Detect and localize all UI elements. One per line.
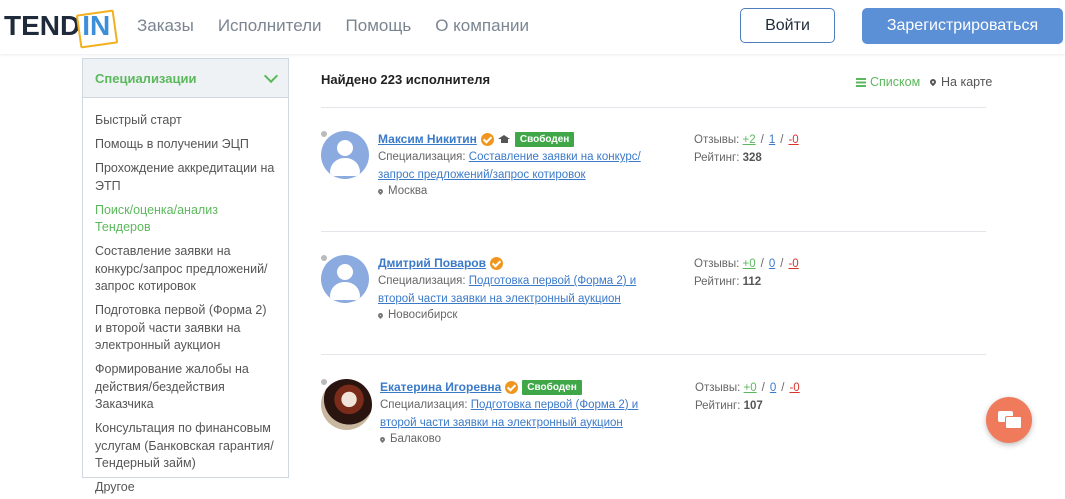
specialization-list: Быстрый старт Помощь в получении ЭЦП Про… bbox=[83, 98, 288, 497]
reviews-positive[interactable]: +0 bbox=[743, 258, 756, 270]
reviews-label: Отзывы: bbox=[694, 258, 740, 270]
reviews-neutral[interactable]: 0 bbox=[770, 382, 776, 394]
map-pin-icon bbox=[378, 435, 387, 443]
reviews-negative[interactable]: -0 bbox=[789, 382, 799, 394]
performer-stats: Отзывы: +0/0/-0 Рейтинг: 107 bbox=[695, 382, 800, 412]
avatar[interactable] bbox=[321, 131, 369, 179]
reviews-positive[interactable]: +2 bbox=[743, 134, 756, 146]
specialization: Специализация: Составление заявки на кон… bbox=[378, 149, 653, 184]
city-name: Москва bbox=[388, 185, 428, 197]
city: Москва bbox=[376, 185, 653, 197]
sidebar-item-other[interactable]: Другое bbox=[95, 479, 276, 497]
avatar[interactable] bbox=[321, 255, 369, 303]
status-dot bbox=[321, 379, 327, 385]
sidebar-header[interactable]: Специализации bbox=[83, 59, 288, 98]
verified-icon bbox=[505, 380, 519, 394]
performer-name[interactable]: Максим Никитин bbox=[378, 132, 477, 146]
divider bbox=[321, 107, 986, 108]
divider bbox=[321, 354, 986, 355]
verified-icon bbox=[480, 132, 494, 146]
city-name: Балаково bbox=[390, 433, 441, 445]
view-list-label: Списком bbox=[870, 75, 921, 89]
performer-name[interactable]: Екатерина Игоревна bbox=[380, 380, 501, 394]
map-pin-icon bbox=[928, 77, 938, 87]
rating-value: 328 bbox=[742, 152, 762, 164]
spec-label: Специализация: bbox=[378, 275, 466, 287]
reviews-negative[interactable]: -0 bbox=[788, 134, 798, 146]
site-header: TEND IN Заказы Исполнители Помощь О компа… bbox=[0, 0, 1065, 54]
logo[interactable]: TEND IN bbox=[4, 8, 112, 44]
avatar-photo[interactable] bbox=[321, 379, 372, 430]
city: Новосибирск bbox=[376, 309, 653, 321]
chat-icon-bubble bbox=[1005, 416, 1022, 429]
rating-label: Рейтинг: bbox=[694, 152, 740, 164]
specializations-sidebar: Специализации Быстрый старт Помощь в пол… bbox=[82, 58, 289, 494]
specialization: Специализация: Подготовка первой (Форма … bbox=[380, 397, 655, 432]
rating-label: Рейтинг: bbox=[695, 400, 741, 412]
nav-help[interactable]: Помощь bbox=[346, 16, 412, 36]
specialization: Специализация: Подготовка первой (Форма … bbox=[378, 273, 653, 308]
performer-stats: Отзывы: +0/0/-0 Рейтинг: 112 bbox=[694, 258, 799, 288]
status-badge: Свободен bbox=[522, 379, 582, 395]
nav-about[interactable]: О компании bbox=[435, 16, 529, 36]
status-dot bbox=[321, 255, 327, 261]
nav-performers[interactable]: Исполнители bbox=[218, 16, 322, 36]
sidebar-item-tender-search[interactable]: Поиск/оценка/анализ Тендеров bbox=[95, 202, 276, 237]
graduation-cap-icon bbox=[497, 135, 511, 143]
view-map-toggle[interactable]: На карте bbox=[928, 75, 993, 89]
sidebar-item-accreditation[interactable]: Прохождение аккредитации на ЭТП bbox=[95, 160, 276, 195]
sidebar-item-ecp[interactable]: Помощь в получении ЭЦП bbox=[95, 136, 276, 154]
sidebar-item-auction-prep[interactable]: Подготовка первой (Форма 2) и второй час… bbox=[95, 302, 276, 355]
status-dot bbox=[321, 131, 327, 137]
reviews-label: Отзывы: bbox=[694, 134, 740, 146]
performer-card: Максим Никитин Свободен Специализация: С… bbox=[321, 131, 986, 251]
sidebar-title: Специализации bbox=[95, 70, 197, 86]
results-count: Найдено 223 исполнителя bbox=[321, 72, 491, 87]
sidebar-item-application[interactable]: Составление заявки на конкурс/запрос пре… bbox=[95, 243, 276, 296]
view-map-label: На карте bbox=[941, 75, 993, 89]
reviews-label: Отзывы: bbox=[695, 382, 741, 394]
list-icon bbox=[856, 77, 866, 87]
rating-value: 107 bbox=[743, 400, 763, 412]
logo-text-right: IN bbox=[82, 10, 111, 41]
city: Балаково bbox=[378, 433, 655, 445]
sidebar-item-finance[interactable]: Консультация по финансовым услугам (Банк… bbox=[95, 420, 276, 473]
performer-name[interactable]: Дмитрий Поваров bbox=[378, 256, 486, 270]
performer-card: Екатерина Игоревна Свободен Специализаци… bbox=[321, 379, 986, 499]
verified-icon bbox=[489, 256, 503, 270]
view-list-toggle[interactable]: Списком bbox=[856, 75, 920, 89]
divider bbox=[321, 231, 986, 232]
sidebar-item-complaint[interactable]: Формирование жалобы на действия/бездейст… bbox=[95, 361, 276, 414]
performer-card: Дмитрий Поваров Специализация: Подготовк… bbox=[321, 255, 986, 375]
login-button[interactable]: Войти bbox=[740, 8, 835, 43]
spec-label: Специализация: bbox=[378, 151, 466, 163]
nav-orders[interactable]: Заказы bbox=[137, 16, 194, 36]
rating-value: 112 bbox=[742, 276, 762, 288]
register-button[interactable]: Зарегистрироваться bbox=[862, 8, 1063, 44]
chat-button[interactable] bbox=[986, 397, 1032, 443]
reviews-positive[interactable]: +0 bbox=[744, 382, 757, 394]
main-nav: Заказы Исполнители Помощь О компании bbox=[137, 16, 553, 36]
map-pin-icon bbox=[376, 311, 385, 319]
rating-label: Рейтинг: bbox=[694, 276, 740, 288]
city-name: Новосибирск bbox=[388, 309, 458, 321]
performer-stats: Отзывы: +2/1/-0 Рейтинг: 328 bbox=[694, 134, 799, 164]
logo-text-left: TEND bbox=[4, 10, 81, 41]
reviews-negative[interactable]: -0 bbox=[788, 258, 798, 270]
status-badge: Свободен bbox=[514, 131, 575, 147]
sidebar-item-quick-start[interactable]: Быстрый старт bbox=[95, 112, 276, 130]
reviews-neutral[interactable]: 1 bbox=[769, 134, 775, 146]
spec-label: Специализация: bbox=[380, 399, 468, 411]
chevron-down-icon bbox=[263, 68, 279, 84]
map-pin-icon bbox=[376, 187, 385, 195]
reviews-neutral[interactable]: 0 bbox=[769, 258, 775, 270]
